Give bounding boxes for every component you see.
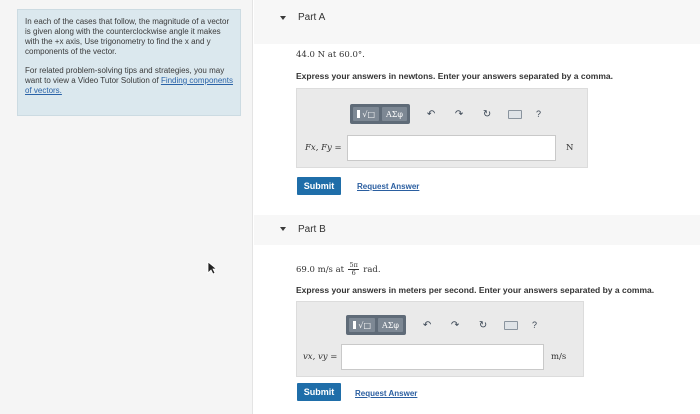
part-b-problem: 69.0 m/s at 5π 6 rad. <box>296 262 381 277</box>
part-a-problem: 44.0 N at 60.0°. <box>296 49 365 60</box>
hint-box: In each of the cases that follow, the ma… <box>17 9 241 116</box>
hint-paragraph-1: In each of the cases that follow, the ma… <box>25 17 230 56</box>
part-a-unit: N <box>566 143 574 153</box>
part-b-unit: m/s <box>551 352 567 362</box>
part-a-submit-button[interactable]: Submit <box>297 177 341 195</box>
part-a-instruction: Express your answers in newtons. Enter y… <box>296 71 613 81</box>
part-a-title[interactable]: Part A <box>298 12 325 23</box>
part-a-template-button[interactable]: √□ <box>353 107 379 121</box>
undo-icon[interactable]: ↶ <box>424 107 438 121</box>
part-b-template-button[interactable]: √□ <box>349 318 375 332</box>
part-b-greek-button[interactable]: ΑΣφ <box>378 318 404 332</box>
part-b-variable-label: vx, vy = <box>303 352 338 362</box>
part-a-toolbar: √□ ΑΣφ ↶ ↷ ↻ ? <box>350 104 541 124</box>
keyboard-icon[interactable] <box>508 109 523 119</box>
part-b-title[interactable]: Part B <box>298 224 326 235</box>
part-b-math-group: √□ ΑΣφ <box>346 315 407 335</box>
part-b-instruction: Express your answers in meters per secon… <box>296 285 655 295</box>
part-b-problem-magnitude: 69.0 m/s at <box>296 264 345 275</box>
part-a-math-group: √□ ΑΣφ <box>350 104 411 124</box>
part-b-problem-unit: rad. <box>363 264 381 275</box>
part-b-request-answer-link[interactable]: Request Answer <box>355 389 417 398</box>
reset-icon[interactable]: ↻ <box>476 318 490 332</box>
part-b-toolbar: √□ ΑΣφ ↶ ↷ ↻ ? <box>346 315 537 335</box>
part-b-fraction-denominator: 6 <box>351 269 356 277</box>
reset-icon[interactable]: ↻ <box>480 107 494 121</box>
left-panel: In each of the cases that follow, the ma… <box>0 0 253 414</box>
keyboard-icon[interactable] <box>504 320 519 330</box>
part-b-answer-input[interactable] <box>341 344 544 370</box>
part-a-collapse-icon[interactable] <box>280 16 286 20</box>
part-a-problem-text: 44.0 N at 60.0°. <box>296 50 365 60</box>
undo-icon[interactable]: ↶ <box>420 318 434 332</box>
part-a-answer-input[interactable] <box>347 135 556 161</box>
hint-paragraph-2: For related problem-solving tips and str… <box>25 66 234 96</box>
help-icon[interactable]: ? <box>532 320 537 330</box>
redo-icon[interactable]: ↷ <box>448 318 462 332</box>
redo-icon[interactable]: ↷ <box>452 107 466 121</box>
part-a-greek-button[interactable]: ΑΣφ <box>382 107 408 121</box>
mouse-cursor-icon <box>207 261 217 275</box>
part-a-variable-label: Fx, Fy = <box>305 143 342 153</box>
help-icon[interactable]: ? <box>536 109 541 119</box>
part-b-collapse-icon[interactable] <box>280 227 286 231</box>
part-b-angle-fraction: 5π 6 <box>348 262 359 277</box>
part-a-request-answer-link[interactable]: Request Answer <box>357 182 419 191</box>
part-b-submit-button[interactable]: Submit <box>297 383 341 401</box>
